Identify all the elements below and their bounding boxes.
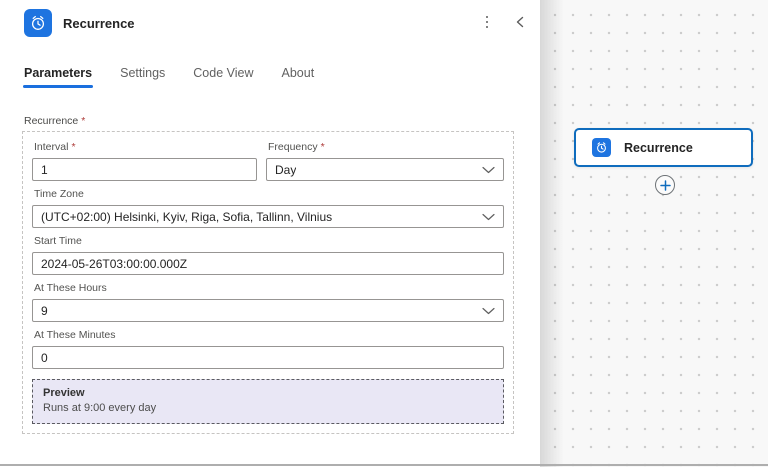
flow-designer-window: Recurrence Parameters Settings Code View… xyxy=(0,0,768,467)
tab-code-view[interactable]: Code View xyxy=(193,66,253,88)
chevron-down-icon xyxy=(482,307,495,314)
node-label: Recurrence xyxy=(624,140,693,155)
kebab-menu-icon xyxy=(485,15,489,29)
chevron-down-icon xyxy=(482,166,495,173)
panel-title: Recurrence xyxy=(63,15,135,31)
start-time-input[interactable] xyxy=(32,252,504,275)
plus-icon xyxy=(659,179,671,191)
interval-input[interactable] xyxy=(32,158,257,181)
recurrence-node[interactable]: Recurrence xyxy=(574,128,753,167)
panel-header-actions xyxy=(476,11,531,33)
kebab-menu-button[interactable] xyxy=(476,11,498,33)
trigger-config-panel: Recurrence Parameters Settings Code View… xyxy=(0,0,540,467)
chevron-left-icon xyxy=(516,16,524,28)
tab-settings[interactable]: Settings xyxy=(120,66,165,88)
required-asterisk: * xyxy=(81,115,86,127)
chevron-down-icon xyxy=(482,213,495,220)
preview-text: Runs at 9:00 every day xyxy=(43,402,157,414)
timezone-select[interactable]: (UTC+02:00) Helsinki, Kyiv, Riga, Sofia,… xyxy=(32,205,504,228)
interval-field: Interval * xyxy=(32,141,257,181)
required-asterisk: * xyxy=(71,141,76,153)
frequency-field: Frequency * Day xyxy=(266,141,504,181)
add-action-button[interactable] xyxy=(655,175,675,195)
collapse-panel-button[interactable] xyxy=(509,11,531,33)
interval-label: Interval * xyxy=(34,141,76,153)
at-these-hours-select[interactable]: 9 xyxy=(32,299,504,322)
start-time-label: Start Time xyxy=(34,235,82,247)
preview-box: Preview Runs at 9:00 every day xyxy=(32,379,504,424)
frequency-select[interactable]: Day xyxy=(266,158,504,181)
recurrence-group-label: Recurrence * xyxy=(24,115,86,127)
tab-bar: Parameters Settings Code View About xyxy=(22,66,540,88)
at-these-hours-label: At These Hours xyxy=(34,282,107,294)
tab-parameters[interactable]: Parameters xyxy=(22,66,94,88)
frequency-label: Frequency * xyxy=(268,141,325,153)
required-asterisk: * xyxy=(320,141,325,153)
timezone-label: Time Zone xyxy=(34,188,84,200)
parameters-form: Recurrence * Interval * Frequency xyxy=(22,115,516,434)
alarm-clock-icon xyxy=(592,138,611,157)
alarm-clock-icon xyxy=(24,9,52,37)
preview-title: Preview xyxy=(43,387,85,399)
panel-header: Recurrence xyxy=(0,0,540,37)
timezone-field: Time Zone (UTC+02:00) Helsinki, Kyiv, Ri… xyxy=(32,188,504,228)
at-these-hours-field: At These Hours 9 xyxy=(32,282,504,322)
start-time-field: Start Time xyxy=(32,235,504,275)
at-these-minutes-input[interactable] xyxy=(32,346,504,369)
tab-about[interactable]: About xyxy=(282,66,315,88)
recurrence-group-box: Interval * Frequency * Day xyxy=(22,131,514,434)
at-these-minutes-label: At These Minutes xyxy=(34,329,116,341)
window-bottom-edge xyxy=(0,464,768,466)
at-these-minutes-field: At These Minutes xyxy=(32,329,504,369)
flow-canvas[interactable]: Recurrence xyxy=(540,0,768,467)
